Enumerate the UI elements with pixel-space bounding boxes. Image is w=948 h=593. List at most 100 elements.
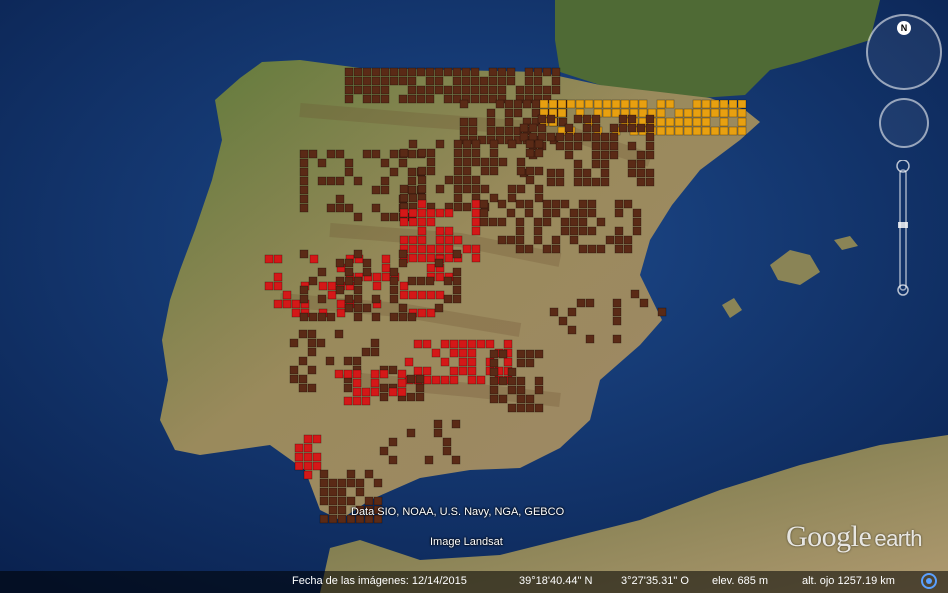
- satellite-imagery[interactable]: [0, 0, 948, 593]
- grid-cell: [294, 452, 304, 462]
- grid-cell: [336, 299, 346, 309]
- grid-cell: [489, 148, 499, 158]
- grid-cell: [373, 496, 383, 506]
- grid-cell: [337, 496, 347, 506]
- grid-cell: [361, 387, 371, 397]
- zoom-slider[interactable]: [896, 160, 910, 296]
- grid-cell: [692, 99, 702, 109]
- grid-cell: [470, 76, 480, 86]
- grid-cell: [408, 208, 418, 218]
- grid-cell: [614, 199, 624, 209]
- grid-cell: [379, 383, 389, 393]
- map-view[interactable]: Data SIO, NOAA, U.S. Navy, NGA, GEBCO Im…: [0, 0, 948, 593]
- grid-cell: [399, 235, 409, 245]
- grid-cell: [665, 99, 675, 109]
- grid-cell: [596, 217, 606, 227]
- grid-cell: [381, 254, 391, 264]
- grid-cell: [488, 67, 498, 77]
- grid-cell: [515, 199, 525, 209]
- grid-cell: [486, 108, 496, 118]
- grid-cell: [534, 376, 544, 386]
- grid-cell: [479, 199, 489, 209]
- grid-cell: [551, 85, 561, 95]
- grid-cell: [701, 99, 711, 109]
- grid-cell: [434, 258, 444, 268]
- grid-cell: [444, 226, 454, 236]
- grid-cell: [435, 208, 445, 218]
- grid-cell: [424, 455, 434, 465]
- grid-cell: [495, 99, 505, 109]
- grid-cell: [458, 348, 468, 358]
- grid-cell: [344, 294, 354, 304]
- grid-cell: [513, 108, 523, 118]
- grid-cell: [344, 76, 354, 86]
- grid-cell: [371, 149, 381, 159]
- grid-cell: [636, 150, 646, 160]
- grid-cell: [326, 203, 336, 213]
- grid-cell: [701, 126, 711, 136]
- grid-cell: [443, 294, 453, 304]
- grid-cell: [516, 385, 526, 395]
- grid-cell: [485, 339, 495, 349]
- grid-cell: [417, 199, 427, 209]
- grid-cell: [515, 226, 525, 236]
- grid-cell: [479, 85, 489, 95]
- grid-cell: [551, 235, 561, 245]
- grid-cell: [449, 366, 459, 376]
- grid-cell: [388, 365, 398, 375]
- grid-cell: [542, 244, 552, 254]
- grid-cell: [426, 290, 436, 300]
- grid-cell: [573, 114, 583, 124]
- compass-ring[interactable]: N: [866, 14, 942, 90]
- grid-cell: [407, 185, 417, 195]
- grid-cell: [434, 85, 444, 95]
- look-joystick[interactable]: [879, 98, 929, 148]
- grid-cell: [398, 158, 408, 168]
- grid-cell: [665, 126, 675, 136]
- grid-cell: [525, 148, 535, 158]
- grid-cell: [600, 177, 610, 187]
- grid-cell: [299, 312, 309, 322]
- zoom-thumb: [898, 222, 908, 228]
- grid-cell: [381, 272, 391, 282]
- grid-cell: [645, 150, 655, 160]
- navigation-controls[interactable]: N: [866, 2, 946, 302]
- view-mode-icon[interactable]: [920, 572, 938, 590]
- grid-cell: [337, 505, 347, 515]
- grid-cell: [632, 208, 642, 218]
- grid-cell: [406, 428, 416, 438]
- grid-cell: [534, 385, 544, 395]
- grid-cell: [388, 455, 398, 465]
- grid-cell: [506, 67, 516, 77]
- grid-cell: [489, 367, 499, 377]
- grid-cell: [364, 469, 374, 479]
- grid-cell: [371, 312, 381, 322]
- grid-cell: [425, 76, 435, 86]
- grid-cell: [417, 148, 427, 158]
- grid-cell: [273, 254, 283, 264]
- grid-cell: [507, 139, 517, 149]
- grid-cell: [353, 67, 363, 77]
- grid-cell: [639, 298, 649, 308]
- grid-cell: [486, 117, 496, 127]
- grid-cell: [326, 149, 336, 159]
- grid-cell: [362, 85, 372, 95]
- grid-cell: [591, 123, 601, 133]
- grid-cell: [398, 258, 408, 268]
- grid-cell: [344, 203, 354, 213]
- grid-cell: [335, 276, 345, 286]
- north-indicator[interactable]: N: [897, 21, 911, 35]
- grid-cell: [398, 303, 408, 313]
- grid-cell: [458, 357, 468, 367]
- grid-cell: [480, 157, 490, 167]
- grid-cell: [362, 303, 372, 313]
- grid-cell: [399, 184, 409, 194]
- grid-cell: [370, 378, 380, 388]
- grid-cell: [488, 217, 498, 227]
- grid-cell: [489, 394, 499, 404]
- grid-cell: [471, 244, 481, 254]
- grid-cell: [524, 76, 534, 86]
- grid-cell: [442, 446, 452, 456]
- grid-cell: [399, 290, 409, 300]
- grid-cell: [578, 244, 588, 254]
